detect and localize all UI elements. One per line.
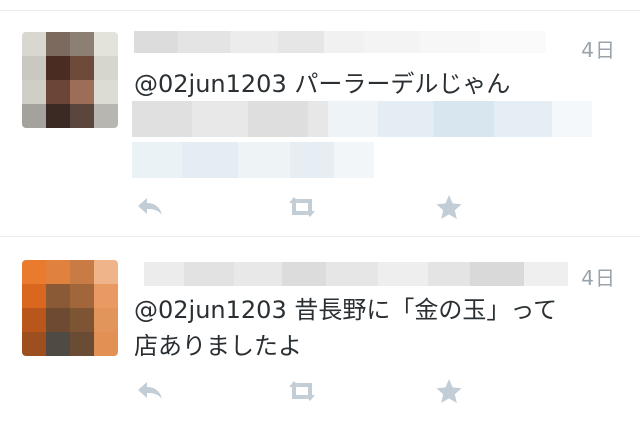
timestamp[interactable]: 4日	[581, 34, 616, 63]
tweet-text: @02jun1203 昔長野に「金の玉」って 店ありましたよ	[134, 296, 558, 360]
avatar[interactable]	[22, 260, 118, 356]
favorite-button[interactable]	[432, 376, 466, 406]
reply-icon	[138, 382, 162, 399]
blurred-text	[132, 142, 374, 178]
retweet-button[interactable]	[284, 376, 320, 406]
timestamp[interactable]: 4日	[581, 262, 616, 291]
retweet-icon	[289, 197, 315, 217]
tweet-text: @02jun1203 パーラーデルじゃん	[134, 70, 511, 98]
retweet-button[interactable]	[284, 192, 320, 222]
tweet-timeline: 4日 @02jun1203 パーラーデルじゃん 4日 @02jun1203 昔長…	[0, 0, 640, 432]
reply-button[interactable]	[134, 192, 168, 222]
blurred-text	[132, 101, 592, 137]
blurred-user-name[interactable]	[134, 31, 546, 53]
reply-button[interactable]	[134, 376, 168, 406]
star-icon	[436, 195, 462, 219]
tweet[interactable]: 4日 @02jun1203 昔長野に「金の玉」って 店ありましたよ	[0, 236, 640, 432]
reply-icon	[138, 198, 162, 215]
blurred-user-name[interactable]	[134, 262, 568, 286]
tweet[interactable]: 4日 @02jun1203 パーラーデルじゃん	[0, 0, 640, 236]
tweet-actions	[134, 192, 474, 222]
tweet-actions	[134, 376, 474, 406]
avatar[interactable]	[22, 32, 118, 128]
favorite-button[interactable]	[432, 192, 466, 222]
star-icon	[436, 379, 462, 403]
retweet-icon	[289, 381, 315, 401]
